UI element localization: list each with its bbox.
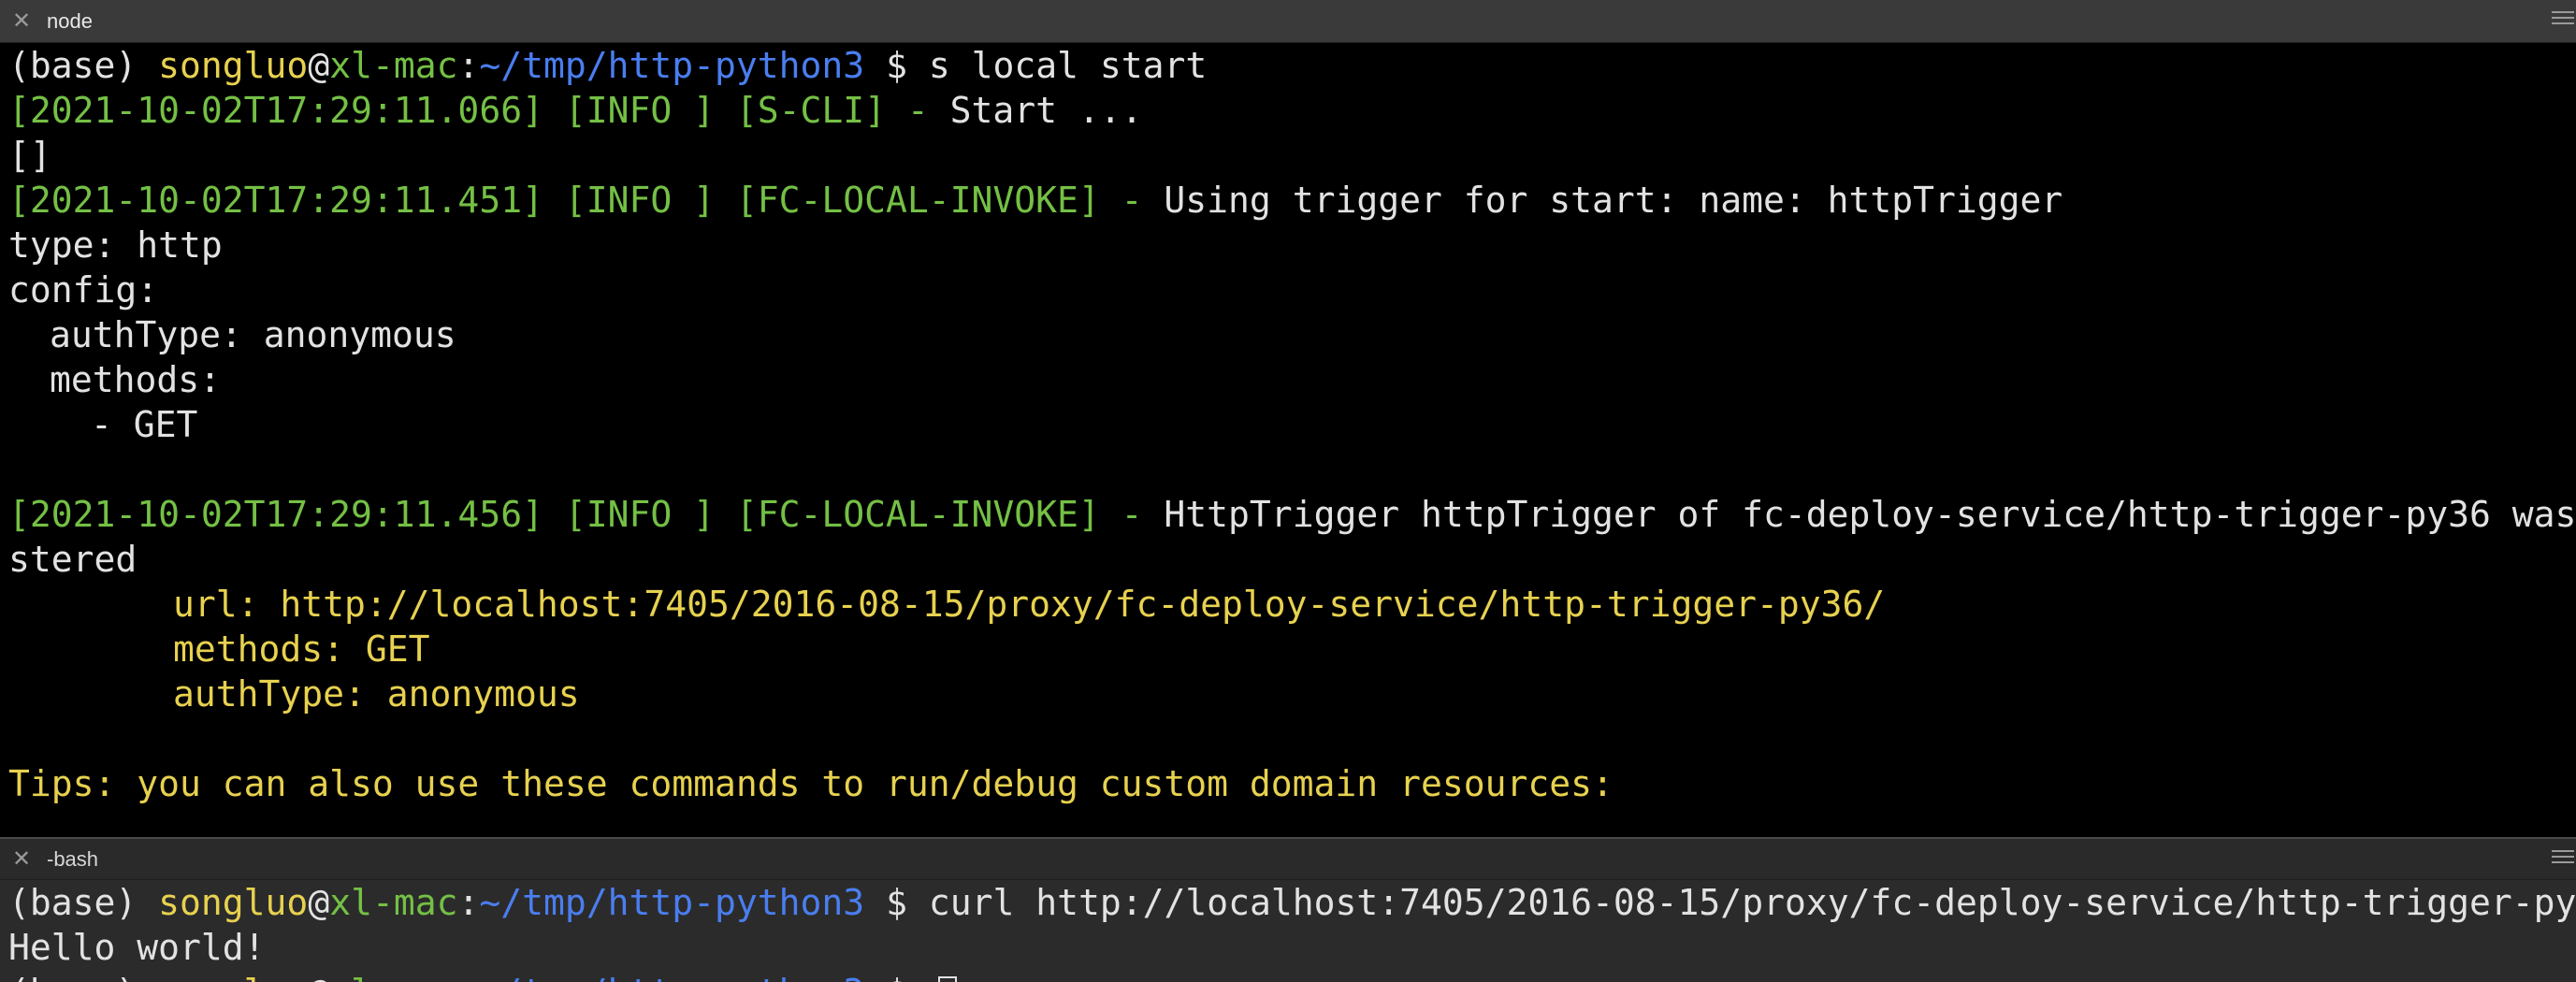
- prompt-colon: :: [457, 45, 480, 86]
- prompt-path: ~/tmp/http-python3: [479, 882, 865, 923]
- log-line-registered: [2021-10-02T17:29:11.456] [INFO ] [FC-LO…: [8, 492, 2576, 537]
- authtype-line: authType: anonymous: [173, 673, 580, 715]
- tab-bar-node: ✕ node: [0, 0, 2576, 43]
- tab-title-bash[interactable]: -bash: [47, 847, 98, 872]
- output-line: authType: anonymous: [50, 314, 456, 355]
- prompt-prefix: (base): [8, 882, 159, 923]
- prompt-host: xl-mac: [329, 45, 458, 86]
- terminal-cursor: [937, 976, 957, 982]
- terminal-pane-node[interactable]: ✕ node (base) songluo@xl-mac:~/tmp/http-…: [0, 0, 2576, 837]
- prompt-prefix: (base): [8, 45, 159, 86]
- prompt-line: (base) songluo@xl-mac:~/tmp/http-python3…: [8, 880, 2576, 925]
- prompt-path: ~/tmp/http-python3: [479, 45, 865, 86]
- prompt-line: (base) songluo@xl-mac:~/tmp/http-python3…: [8, 43, 2576, 88]
- log-head: [2021-10-02T17:29:11.066] [INFO ] [S-CLI…: [8, 90, 950, 131]
- log-msg: HttpTrigger httpTrigger of fc-deploy-ser…: [1164, 494, 2576, 535]
- log-msg: Using trigger for start: name: httpTrigg…: [1164, 180, 2063, 221]
- prompt-user: songluo: [158, 882, 309, 923]
- url-line: url: http://localhost:7405/2016-08-15/pr…: [173, 584, 1886, 625]
- command-text: curl http://localhost:7405/2016-08-15/pr…: [928, 882, 2576, 923]
- prompt-line-current: (base) songluo@xl-mac:~/tmp/http-python3…: [8, 970, 2576, 982]
- prompt-user: songluo: [158, 972, 308, 982]
- prompt-at: @: [308, 45, 330, 86]
- output-line: []: [8, 135, 51, 176]
- prompt-path: ~/tmp/http-python3: [479, 972, 864, 982]
- prompt-at: @: [308, 882, 330, 923]
- log-head: [2021-10-02T17:29:11.456] [INFO ] [FC-LO…: [8, 494, 1165, 535]
- prompt-dollar: $: [864, 882, 929, 923]
- output-line-wrap: stered: [8, 539, 137, 580]
- prompt-at: @: [308, 972, 329, 982]
- prompt-colon: :: [457, 972, 479, 982]
- prompt-dollar: $: [864, 972, 929, 982]
- output-line: config:: [8, 269, 159, 310]
- log-line-trigger: [2021-10-02T17:29:11.451] [INFO ] [FC-LO…: [8, 178, 2576, 223]
- command-text: s local start: [928, 45, 1208, 86]
- menu-icon[interactable]: [2552, 11, 2574, 30]
- terminal-output-bash[interactable]: (base) songluo@xl-mac:~/tmp/http-python3…: [0, 880, 2576, 982]
- prompt-dollar: $: [864, 45, 929, 86]
- output-line: methods:: [50, 359, 222, 400]
- prompt-prefix: (base): [8, 972, 158, 982]
- log-msg: Start ...: [949, 90, 1143, 131]
- close-icon[interactable]: ✕: [9, 8, 34, 34]
- prompt-colon: :: [457, 882, 480, 923]
- output-line: - GET: [91, 404, 198, 445]
- tab-bar-bash: ✕ -bash: [0, 837, 2576, 880]
- log-head: [2021-10-02T17:29:11.451] [INFO ] [FC-LO…: [8, 180, 1165, 221]
- terminal-pane-bash[interactable]: ✕ -bash (base) songluo@xl-mac:~/tmp/http…: [0, 837, 2576, 982]
- close-icon[interactable]: ✕: [9, 846, 34, 872]
- menu-icon[interactable]: [2552, 850, 2574, 869]
- prompt-host: xl-mac: [329, 972, 457, 982]
- terminal-output-node[interactable]: (base) songluo@xl-mac:~/tmp/http-python3…: [0, 43, 2576, 806]
- output-line: type: http: [8, 224, 223, 266]
- tab-title-node[interactable]: node: [47, 9, 93, 34]
- methods-line: methods: GET: [173, 628, 430, 670]
- output-line: Hello world!: [8, 927, 266, 968]
- tips-line: Tips: you can also use these commands to…: [8, 763, 1614, 804]
- prompt-host: xl-mac: [329, 882, 458, 923]
- prompt-user: songluo: [158, 45, 309, 86]
- log-line-start: [2021-10-02T17:29:11.066] [INFO ] [S-CLI…: [8, 88, 2576, 133]
